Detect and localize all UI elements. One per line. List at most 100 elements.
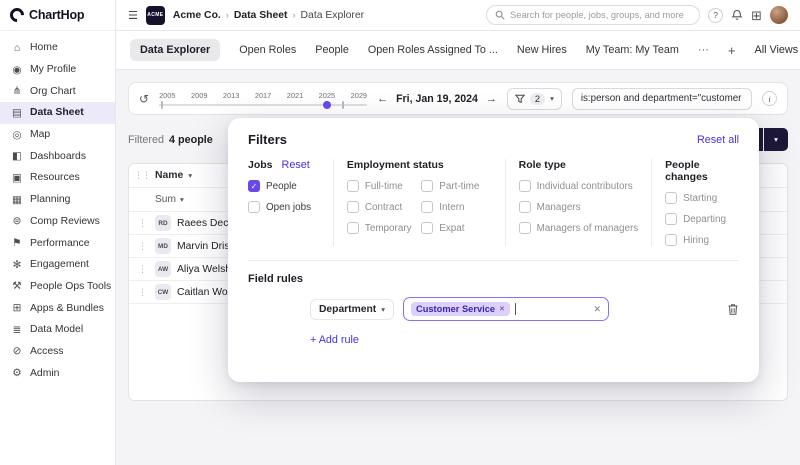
view-tabs: Data Explorer Open Roles People Open Rol… bbox=[116, 31, 800, 70]
apps-grid-icon[interactable]: ⊞ bbox=[751, 9, 762, 22]
filters-button[interactable]: 2 ▾ bbox=[507, 88, 562, 110]
profile-icon: ◉ bbox=[11, 64, 23, 76]
sidebar-item-performance[interactable]: ⚑ Performance bbox=[0, 232, 115, 254]
reset-all-link[interactable]: Reset all bbox=[697, 134, 739, 146]
checkbox-label: Temporary bbox=[365, 223, 412, 234]
checkbox-individual-contributors[interactable]: Individual contributors bbox=[519, 180, 639, 192]
query-input[interactable] bbox=[581, 93, 743, 104]
tabs-overflow-icon[interactable]: ··· bbox=[698, 44, 709, 56]
checkbox-temporary[interactable]: Temporary bbox=[347, 222, 417, 234]
current-date[interactable]: Fri, Jan 19, 2024 bbox=[396, 93, 478, 105]
value-chip-customer-service[interactable]: Customer Service ✕ bbox=[411, 302, 510, 316]
sidebar-item-label: Resources bbox=[30, 172, 80, 183]
checkbox-full-time[interactable]: Full-time bbox=[347, 180, 417, 192]
tab-open-roles[interactable]: Open Roles bbox=[239, 44, 296, 56]
sidebar-item-engagement[interactable]: ✻ Engagement bbox=[0, 254, 115, 276]
rule-value-input[interactable]: Customer Service ✕ ✕ bbox=[403, 297, 609, 321]
tab-new-hires[interactable]: New Hires bbox=[517, 44, 567, 56]
breadcrumb-org[interactable]: Acme Co. bbox=[173, 10, 221, 21]
row-drag-icon[interactable]: ⋮ bbox=[129, 287, 155, 298]
avatar: CW bbox=[155, 284, 171, 300]
sidebar-item-people-ops-tools[interactable]: ⚒ People Ops Tools bbox=[0, 276, 115, 298]
sidebar-item-apps-bundles[interactable]: ⊞ Apps & Bundles bbox=[0, 297, 115, 319]
info-icon[interactable]: i bbox=[762, 91, 777, 106]
checkbox-intern[interactable]: Intern bbox=[421, 201, 491, 213]
drag-handle-icon[interactable]: ⋮⋮ bbox=[129, 170, 155, 181]
sidebar-item-my-profile[interactable]: ◉ My Profile bbox=[0, 59, 115, 81]
sidebar-item-resources[interactable]: ▣ Resources bbox=[0, 167, 115, 189]
row-drag-icon[interactable]: ⋮ bbox=[129, 241, 155, 252]
search-input[interactable] bbox=[510, 10, 691, 20]
sidebar-item-map[interactable]: ◎ Map bbox=[0, 124, 115, 146]
global-search[interactable] bbox=[486, 5, 700, 25]
clear-input-icon[interactable]: ✕ bbox=[593, 304, 601, 315]
admin-icon: ⚙ bbox=[11, 367, 23, 379]
checkbox-expat[interactable]: Expat bbox=[421, 222, 491, 234]
sidebar-item-org-chart[interactable]: ⋔ Org Chart bbox=[0, 80, 115, 102]
sidebar-item-comp-reviews[interactable]: ⊜ Comp Reviews bbox=[0, 211, 115, 233]
trash-icon bbox=[727, 303, 739, 316]
map-icon: ◎ bbox=[11, 129, 23, 141]
sidebar-item-admin[interactable]: ⚙ Admin bbox=[0, 362, 115, 384]
field-select-department[interactable]: Department ▾ bbox=[310, 299, 394, 320]
delete-rule-button[interactable] bbox=[727, 303, 739, 316]
row-drag-icon[interactable]: ⋮ bbox=[129, 218, 155, 229]
timeline-track[interactable] bbox=[159, 104, 367, 106]
sum-selector[interactable]: Sum ▾ bbox=[155, 194, 184, 205]
section-employment-status: Employment status Full-time Part-time Co… bbox=[333, 159, 505, 246]
sidebar-nav: ⌂ Home ◉ My Profile ⋔ Org Chart ▤ Data S… bbox=[0, 31, 115, 384]
tab-my-team[interactable]: My Team: My Team bbox=[586, 44, 679, 56]
help-icon[interactable]: ? bbox=[708, 8, 723, 23]
checkbox-checked-icon: ✓ bbox=[248, 180, 260, 192]
prev-day-arrow[interactable]: ← bbox=[377, 93, 388, 105]
notifications-bell-icon[interactable] bbox=[731, 9, 743, 21]
timeline-handle[interactable] bbox=[323, 101, 331, 109]
all-views-button[interactable]: All Views bbox=[755, 44, 799, 56]
org-chart-icon: ⋔ bbox=[11, 85, 23, 97]
add-rule-link[interactable]: + Add rule bbox=[310, 334, 359, 346]
sidebar-item-data-model[interactable]: ≣ Data Model bbox=[0, 319, 115, 341]
sidebar-item-home[interactable]: ⌂ Home bbox=[0, 37, 115, 59]
checkbox-label: Full-time bbox=[365, 181, 403, 192]
sidebar-item-data-sheet[interactable]: ▤ Data Sheet bbox=[0, 102, 115, 124]
breadcrumb: Acme Co. › Data Sheet › Data Explorer bbox=[173, 10, 364, 21]
checkbox-managers-of-managers[interactable]: Managers of managers bbox=[519, 222, 639, 234]
checkbox-label: Departing bbox=[683, 214, 726, 225]
jobs-header: Jobs Reset bbox=[248, 159, 320, 171]
primary-action-caret-button[interactable]: ▾ bbox=[764, 128, 788, 151]
sidebar-item-label: My Profile bbox=[30, 64, 76, 75]
org-logo-badge[interactable]: ACME bbox=[146, 6, 165, 25]
row-drag-icon[interactable]: ⋮ bbox=[129, 264, 155, 275]
checkbox-icon bbox=[665, 234, 677, 246]
checkbox-starting[interactable]: Starting bbox=[665, 192, 726, 204]
sidebar-item-dashboards[interactable]: ◧ Dashboards bbox=[0, 145, 115, 167]
sidebar-item-planning[interactable]: ▦ Planning bbox=[0, 189, 115, 211]
checkbox-people[interactable]: ✓ People bbox=[248, 180, 320, 192]
person-name[interactable]: Aliya Welsh bbox=[177, 264, 231, 275]
tab-data-explorer[interactable]: Data Explorer bbox=[130, 39, 220, 61]
checkbox-part-time[interactable]: Part-time bbox=[421, 180, 491, 192]
charthop-logo-icon bbox=[7, 5, 27, 25]
tab-open-roles-assigned[interactable]: Open Roles Assigned To ... bbox=[368, 44, 498, 56]
checkbox-label: Individual contributors bbox=[537, 181, 633, 192]
user-avatar[interactable] bbox=[770, 6, 788, 24]
query-filter-box[interactable] bbox=[572, 88, 752, 110]
checkbox-departing[interactable]: Departing bbox=[665, 213, 726, 225]
add-view-icon[interactable]: + bbox=[728, 43, 736, 58]
sidebar-item-access[interactable]: ⊘ Access bbox=[0, 341, 115, 363]
checkbox-managers[interactable]: Managers bbox=[519, 201, 639, 213]
next-day-arrow[interactable]: → bbox=[486, 93, 497, 105]
history-icon[interactable]: ↺ bbox=[139, 92, 149, 106]
breadcrumb-data-sheet[interactable]: Data Sheet bbox=[234, 10, 288, 21]
hamburger-menu-icon[interactable]: ☰ bbox=[128, 9, 138, 22]
jobs-reset-link[interactable]: Reset bbox=[282, 159, 310, 171]
breadcrumb-data-explorer[interactable]: Data Explorer bbox=[301, 10, 365, 21]
checkbox-hiring[interactable]: Hiring bbox=[665, 234, 726, 246]
checkbox-icon bbox=[519, 222, 531, 234]
tab-people[interactable]: People bbox=[315, 44, 349, 56]
checkbox-open-jobs[interactable]: Open jobs bbox=[248, 201, 320, 213]
timeline-slider[interactable]: 2005 2009 2013 2017 2021 2025 2029 bbox=[159, 91, 367, 106]
chip-remove-icon[interactable]: ✕ bbox=[499, 305, 505, 313]
checkbox-contract[interactable]: Contract bbox=[347, 201, 417, 213]
charthop-logo[interactable]: ChartHop bbox=[0, 0, 115, 31]
